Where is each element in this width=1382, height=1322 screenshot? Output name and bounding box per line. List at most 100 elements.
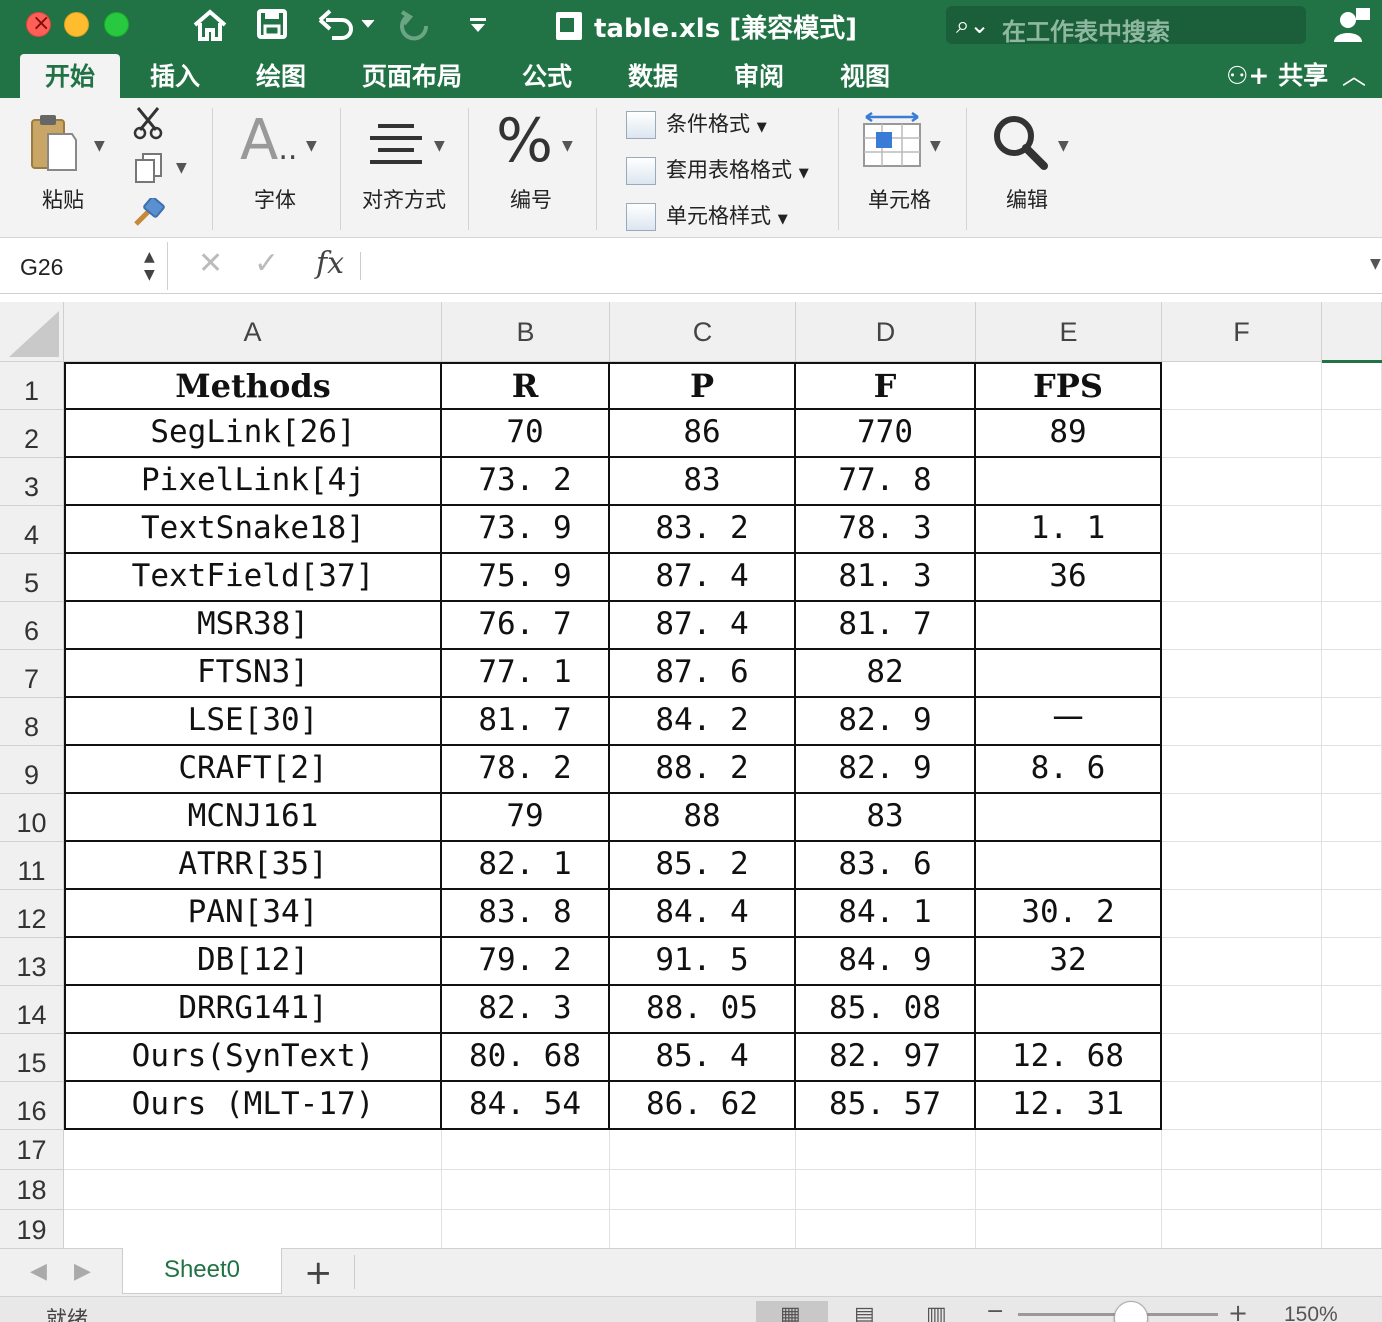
empty-cell[interactable] (1162, 1034, 1322, 1082)
number-dropdown-icon[interactable]: ▼ (562, 138, 573, 154)
name-box-value[interactable]: G26 (20, 254, 63, 281)
table-cell[interactable]: SegLink[26] (64, 410, 442, 458)
row-header[interactable]: 3 (0, 458, 64, 506)
empty-cell[interactable] (1162, 650, 1322, 698)
row-header[interactable]: 1 (0, 362, 64, 410)
empty-cell[interactable] (1322, 746, 1382, 794)
table-cell[interactable]: 81. 3 (796, 554, 976, 602)
column-header[interactable]: E (976, 302, 1162, 362)
format-painter-icon[interactable] (132, 198, 166, 228)
table-cell[interactable] (976, 650, 1162, 698)
table-cell[interactable] (976, 986, 1162, 1034)
table-cell[interactable]: 88 (610, 794, 796, 842)
empty-cell[interactable] (1162, 842, 1322, 890)
empty-cell[interactable] (1162, 890, 1322, 938)
empty-cell[interactable] (442, 1210, 610, 1248)
table-cell[interactable]: LSE[30] (64, 698, 442, 746)
account-icon[interactable] (1334, 6, 1370, 44)
row-header[interactable]: 10 (0, 794, 64, 842)
cells-icon[interactable] (862, 112, 922, 168)
page-layout-view-button[interactable]: ▤ (830, 1301, 902, 1322)
table-header-cell[interactable]: F (796, 362, 976, 410)
table-cell[interactable]: 83 (796, 794, 976, 842)
empty-cell[interactable] (1162, 602, 1322, 650)
table-cell[interactable]: Ours(SynText) (64, 1034, 442, 1082)
worksheet-grid[interactable]: ABCDEF 1 2 3 4 5 6 7 8 9 10 11 12 13 14 15 16 17 18 19 Met… (0, 302, 1382, 1248)
table-cell[interactable]: 77. 1 (442, 650, 610, 698)
empty-cell[interactable] (1322, 410, 1382, 458)
percent-icon[interactable]: % (496, 106, 553, 176)
empty-cell[interactable] (796, 1170, 976, 1210)
table-cell[interactable]: DRRG141] (64, 986, 442, 1034)
table-cell[interactable]: PixelLink[4j (64, 458, 442, 506)
table-cell[interactable]: 85. 08 (796, 986, 976, 1034)
empty-cell[interactable] (1162, 1210, 1322, 1248)
alignment-dropdown-icon[interactable]: ▼ (434, 138, 445, 154)
table-cell[interactable]: 83. 6 (796, 842, 976, 890)
row-header[interactable]: 8 (0, 698, 64, 746)
sheet-search-box[interactable]: ⌕⌄ 在工作表中搜索 (946, 6, 1306, 47)
empty-cell[interactable] (1322, 506, 1382, 554)
table-cell[interactable]: 85. 2 (610, 842, 796, 890)
row-header[interactable]: 4 (0, 506, 64, 554)
table-cell[interactable]: DB[12] (64, 938, 442, 986)
table-cell[interactable]: MCNJ161 (64, 794, 442, 842)
empty-cell[interactable] (1322, 842, 1382, 890)
empty-cell[interactable] (442, 1170, 610, 1210)
table-cell[interactable]: 84. 1 (796, 890, 976, 938)
zoom-slider-thumb[interactable] (1114, 1301, 1148, 1322)
table-cell[interactable]: 8. 6 (976, 746, 1162, 794)
search-input[interactable]: 在工作表中搜索 (1002, 12, 1170, 47)
empty-cell[interactable] (1322, 1170, 1382, 1210)
table-cell[interactable]: 一 (976, 698, 1162, 746)
empty-cell[interactable] (1162, 1170, 1322, 1210)
empty-cell[interactable] (796, 1210, 976, 1248)
table-cell[interactable]: 70 (442, 410, 610, 458)
table-cell[interactable]: 84. 54 (442, 1082, 610, 1130)
empty-cell[interactable] (610, 1210, 796, 1248)
table-cell[interactable]: 73. 9 (442, 506, 610, 554)
empty-cell[interactable] (1322, 938, 1382, 986)
redo-icon[interactable] (398, 8, 432, 42)
table-header-cell[interactable]: P (610, 362, 796, 410)
font-icon[interactable]: A.. (240, 108, 297, 173)
copy-icon[interactable] (134, 152, 164, 184)
table-cell[interactable]: Ours (MLT-17) (64, 1082, 442, 1130)
table-cell[interactable]: ATRR[35] (64, 842, 442, 890)
row-header[interactable]: 2 (0, 410, 64, 458)
table-cell[interactable]: 12. 31 (976, 1082, 1162, 1130)
table-format-button[interactable]: 套用表格格式 ▼ (626, 154, 809, 185)
table-cell[interactable]: 82 (796, 650, 976, 698)
undo-icon[interactable] (318, 8, 378, 40)
table-cell[interactable]: 87. 6 (610, 650, 796, 698)
paste-icon[interactable] (28, 112, 78, 172)
column-header[interactable]: C (610, 302, 796, 362)
cell-styles-button[interactable]: 单元格样式 ▼ (626, 200, 788, 231)
empty-cell[interactable] (1322, 1130, 1382, 1170)
empty-cell[interactable] (1162, 746, 1322, 794)
table-cell[interactable]: 91. 5 (610, 938, 796, 986)
table-cell[interactable]: 82. 1 (442, 842, 610, 890)
empty-cell[interactable] (1322, 362, 1382, 410)
zoom-window-button[interactable] (104, 12, 129, 37)
paste-dropdown-icon[interactable]: ▼ (94, 138, 105, 154)
tab-page-layout[interactable]: 页面布局 (362, 57, 462, 93)
normal-view-button[interactable]: ▦ (756, 1301, 828, 1322)
table-cell[interactable]: 88. 2 (610, 746, 796, 794)
table-cell[interactable]: 76. 7 (442, 602, 610, 650)
table-cell[interactable]: 77. 8 (796, 458, 976, 506)
table-cell[interactable] (976, 602, 1162, 650)
table-cell[interactable]: TextField[37] (64, 554, 442, 602)
font-dropdown-icon[interactable]: ▼ (306, 138, 317, 154)
table-cell[interactable]: 87. 4 (610, 602, 796, 650)
table-cell[interactable]: 86. 62 (610, 1082, 796, 1130)
empty-cell[interactable] (796, 1130, 976, 1170)
conditional-format-button[interactable]: 条件格式 ▼ (626, 108, 767, 139)
row-header[interactable]: 16 (0, 1082, 64, 1130)
empty-cell[interactable] (1162, 362, 1322, 410)
empty-cell[interactable] (610, 1130, 796, 1170)
add-sheet-button[interactable]: + (304, 1253, 333, 1293)
empty-cell[interactable] (1322, 986, 1382, 1034)
accept-formula-icon[interactable]: ✓ (254, 246, 279, 281)
customize-toolbar-icon[interactable] (468, 16, 488, 34)
